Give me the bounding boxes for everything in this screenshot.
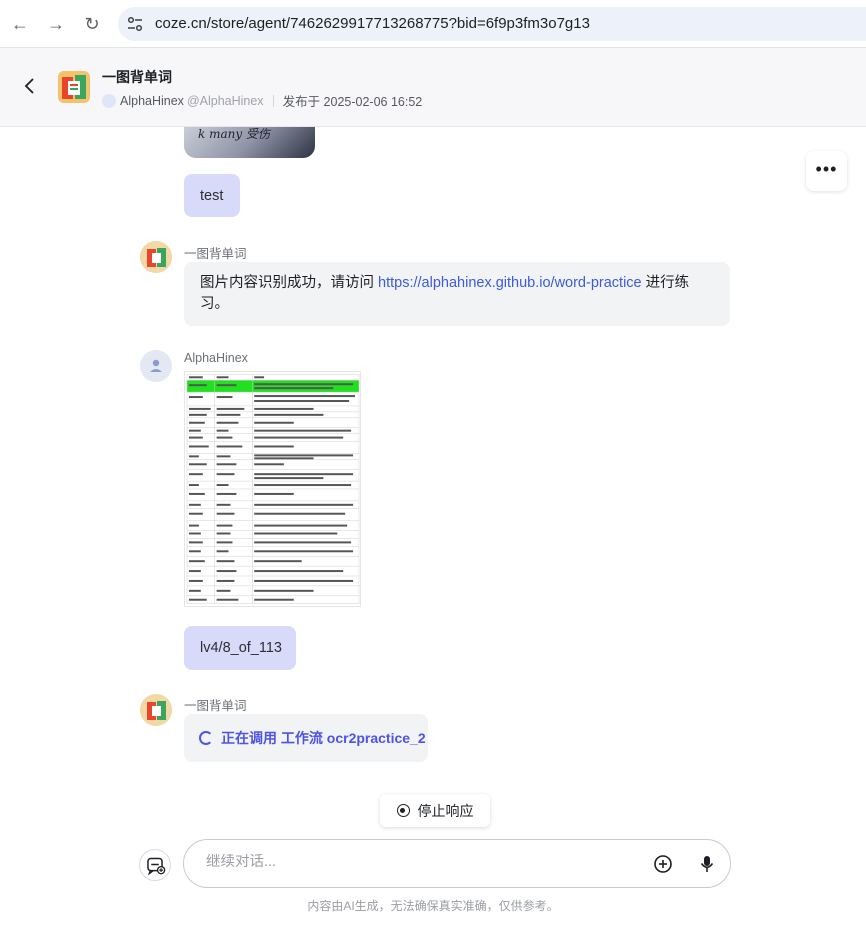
ai-disclaimer: 内容由AI生成，无法确保真实准确，仅供参考。 [307,899,559,913]
add-attachment-icon[interactable] [653,854,673,874]
forward-arrow-icon[interactable]: → [44,12,68,36]
stop-response-label: 停止响应 [417,802,474,819]
user-message-bubble: test [184,174,240,217]
agent-header: 一图背单词 AlphaHinex @AlphaHinex 发布于 2025-02… [0,48,866,127]
bot-message-text: 图片内容识别成功，请访问 [200,275,379,291]
bot-sender-name: 一图背单词 [184,699,247,713]
vocabulary-table-image[interactable] [184,371,361,607]
more-options-button[interactable]: ••• [806,151,847,191]
chat-input[interactable] [206,854,626,870]
new-chat-icon[interactable] [139,849,171,881]
reload-icon[interactable]: ↻ [80,12,104,36]
meta-divider [272,94,274,107]
agent-title: 一图背单词 [102,69,172,85]
back-arrow-icon[interactable]: ← [8,12,32,36]
user-sender-name: AlphaHinex [184,351,248,365]
microphone-icon[interactable] [697,854,717,874]
stop-icon [396,804,410,817]
chat-input-container[interactable] [183,839,731,888]
bot-message-bubble: 图片内容识别成功，请访问 https://alphahinex.github.i… [184,262,730,326]
user-avatar [140,350,172,382]
publish-date: 发布于 2025-02-06 16:52 [282,95,423,109]
author-name[interactable]: AlphaHinex [120,94,184,108]
back-chevron-icon[interactable] [20,76,40,96]
uploaded-image-thumbnail[interactable]: k many 受伤 [184,127,315,158]
site-settings-icon[interactable] [126,15,144,33]
address-bar[interactable]: coze.cn/store/agent/7462629917713268775?… [118,7,866,41]
user-message-bubble: lv4/8_of_113 [184,626,296,670]
workflow-status-bubble: 正在调用 工作流 ocr2practice_2 [184,714,428,762]
workflow-status-text: 正在调用 工作流 ocr2practice_2 [221,730,426,746]
bot-sender-name: 一图背单词 [184,247,247,261]
author-handle[interactable]: @AlphaHinex [187,94,264,108]
user-message-text: lv4/8_of_113 [200,640,282,656]
bot-avatar [140,694,172,726]
agent-meta: AlphaHinex @AlphaHinex 发布于 2025-02-06 16… [102,91,422,110]
loading-spinner-icon [199,731,213,745]
bot-avatar [140,241,172,273]
stop-response-button[interactable]: 停止响应 [380,794,490,827]
practice-link[interactable]: https://alphahinex.github.io/word-practi… [378,275,642,291]
author-avatar [102,93,116,108]
agent-avatar [58,71,90,103]
url-text: coze.cn/store/agent/7462629917713268775?… [155,15,590,32]
user-message-text: test [200,187,224,204]
browser-toolbar: ← → ↻ coze.cn/store/agent/74626299177132… [0,0,866,48]
